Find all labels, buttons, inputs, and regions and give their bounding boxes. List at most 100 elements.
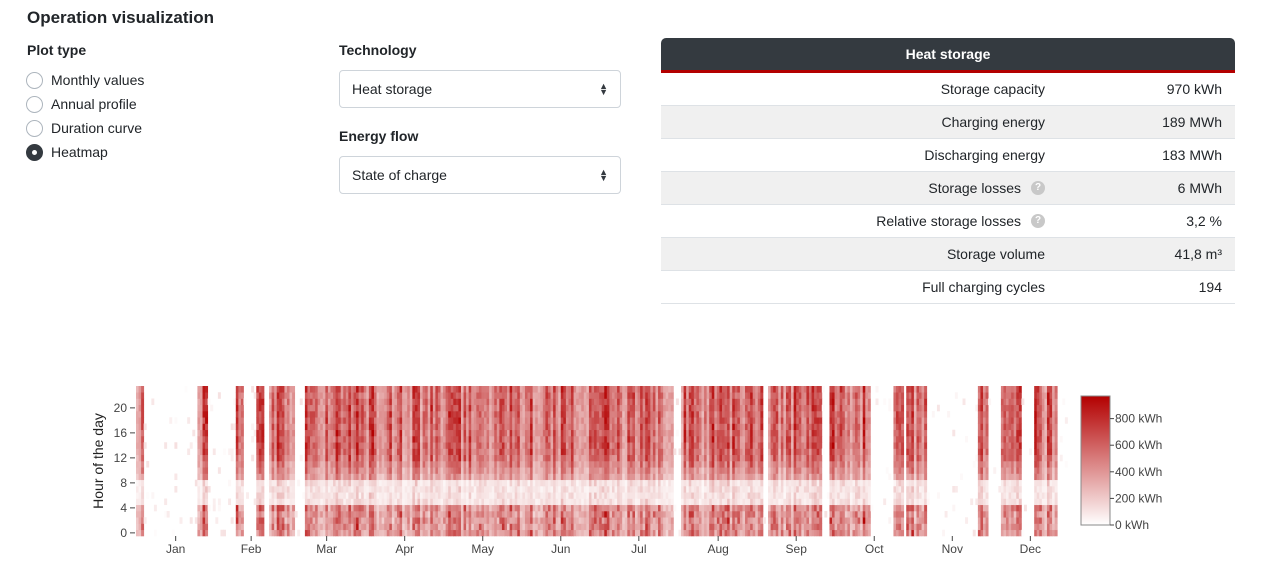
heatmap-cell bbox=[721, 429, 725, 437]
heatmap-cell bbox=[315, 486, 319, 493]
heatmap-cell bbox=[384, 498, 388, 506]
heatmap-cell bbox=[647, 436, 651, 443]
heatmap-cell bbox=[721, 417, 725, 424]
radio-button[interactable] bbox=[26, 71, 43, 89]
heatmap-cell bbox=[706, 504, 710, 512]
heatmap-cell bbox=[353, 454, 357, 462]
heatmap-cell bbox=[732, 486, 736, 493]
heatmap-cell bbox=[333, 404, 336, 412]
heatmap-cell bbox=[327, 429, 331, 437]
heatmap-cell bbox=[629, 461, 633, 468]
heatmap-cell bbox=[427, 423, 431, 431]
heatmap-cell bbox=[391, 517, 395, 524]
heatmap-cell bbox=[412, 429, 416, 437]
heatmap-cell bbox=[660, 386, 664, 393]
radio-button[interactable] bbox=[26, 119, 43, 137]
heatmap-cell bbox=[476, 473, 480, 481]
radio-button-checked[interactable] bbox=[26, 143, 43, 161]
heatmap-cell bbox=[450, 523, 454, 531]
radio-annual-profile[interactable]: Annual profile bbox=[26, 92, 144, 116]
heatmap-cell bbox=[468, 479, 472, 487]
heatmap-cell bbox=[379, 429, 383, 437]
heatmap-cell bbox=[668, 448, 672, 456]
energy-flow-select[interactable]: State of charge ▲ ▼ bbox=[339, 156, 621, 194]
help-icon[interactable]: ? bbox=[1031, 181, 1045, 195]
heatmap-cell bbox=[588, 454, 592, 462]
heatmap-cell bbox=[507, 461, 510, 468]
table-row: Storage volume 41,8 m³ bbox=[661, 238, 1235, 271]
heatmap-cell bbox=[166, 511, 170, 518]
heatmap-cell bbox=[750, 511, 754, 518]
heatmap-cell bbox=[760, 436, 764, 443]
technology-select[interactable]: Heat storage ▲ ▼ bbox=[339, 70, 621, 108]
heatmap-cell bbox=[581, 436, 585, 443]
heatmap-cell bbox=[622, 411, 626, 418]
heatmap-cell bbox=[384, 467, 388, 474]
heatmap-cell bbox=[494, 529, 498, 537]
radio-button[interactable] bbox=[26, 95, 43, 113]
heatmap-cell bbox=[325, 479, 329, 487]
heatmap-cell bbox=[691, 404, 695, 412]
heatmap-cell bbox=[366, 442, 370, 449]
heatmap-cell bbox=[427, 492, 431, 499]
heatmap-cell bbox=[681, 486, 685, 493]
heatmap-cell bbox=[153, 529, 157, 537]
heatmap-cell bbox=[647, 423, 651, 431]
heatmap-cell bbox=[540, 411, 544, 418]
heatmap-cell bbox=[773, 504, 777, 512]
heatmap-cell bbox=[460, 511, 464, 518]
heatmap-cell bbox=[606, 498, 610, 506]
heatmap-cell bbox=[637, 467, 641, 474]
heatmap-cell bbox=[691, 386, 695, 393]
heatmap-cell bbox=[271, 498, 275, 506]
heatmap-cell bbox=[527, 486, 531, 493]
heatmap-cell bbox=[269, 454, 273, 462]
heatmap-cell bbox=[358, 479, 362, 487]
heatmap-cell bbox=[501, 517, 505, 524]
heatmap-cell bbox=[571, 448, 574, 456]
heatmap-cell bbox=[629, 442, 633, 449]
heatmap-cell bbox=[373, 442, 377, 449]
radio-duration-curve[interactable]: Duration curve bbox=[26, 116, 144, 140]
heatmap-cell bbox=[281, 486, 285, 493]
heatmap-cell bbox=[540, 417, 544, 424]
heatmap-cell bbox=[670, 404, 674, 412]
heatmap-cell bbox=[565, 411, 569, 418]
heatmap-cell bbox=[343, 392, 347, 399]
heatmap-cell bbox=[611, 442, 615, 449]
heatmap-cell bbox=[335, 398, 339, 406]
heatmap-cell bbox=[583, 442, 587, 449]
heatmap-cell bbox=[512, 473, 516, 481]
heatmap-cell bbox=[409, 436, 413, 443]
heatmap-cell bbox=[668, 454, 672, 462]
heatmap-cell bbox=[422, 486, 426, 493]
heatmap-cell bbox=[407, 529, 411, 537]
heatmap-cell bbox=[397, 423, 400, 431]
heatmap-cell bbox=[432, 448, 436, 456]
help-icon[interactable]: ? bbox=[1031, 214, 1045, 228]
heatmap-cell bbox=[681, 404, 685, 412]
heatmap-cell bbox=[550, 411, 554, 418]
heatmap-cell bbox=[289, 411, 293, 418]
heatmap-cell bbox=[504, 436, 508, 443]
heatmap-cell bbox=[371, 498, 375, 506]
heatmap-cell bbox=[501, 511, 505, 518]
heatmap-cell bbox=[432, 417, 436, 424]
heatmap-cell bbox=[363, 479, 367, 487]
heatmap-cell bbox=[634, 504, 638, 512]
heatmap-cell bbox=[320, 473, 324, 481]
radio-heatmap[interactable]: Heatmap bbox=[26, 140, 144, 164]
heatmap-cell bbox=[199, 398, 203, 406]
heatmap-cell bbox=[652, 404, 656, 412]
heatmap-cell bbox=[504, 417, 508, 424]
heatmap-cell bbox=[714, 492, 718, 499]
heatmap-cell bbox=[412, 467, 416, 474]
heatmap-cell bbox=[486, 398, 490, 406]
heatmap-cell bbox=[284, 492, 288, 499]
heatmap-cell bbox=[455, 442, 459, 449]
radio-monthly-values[interactable]: Monthly values bbox=[26, 68, 144, 92]
heatmap-cell bbox=[640, 392, 644, 399]
heatmap-cell bbox=[286, 454, 290, 462]
heatmap-cell bbox=[333, 473, 336, 481]
heatmap-cell bbox=[514, 392, 518, 399]
